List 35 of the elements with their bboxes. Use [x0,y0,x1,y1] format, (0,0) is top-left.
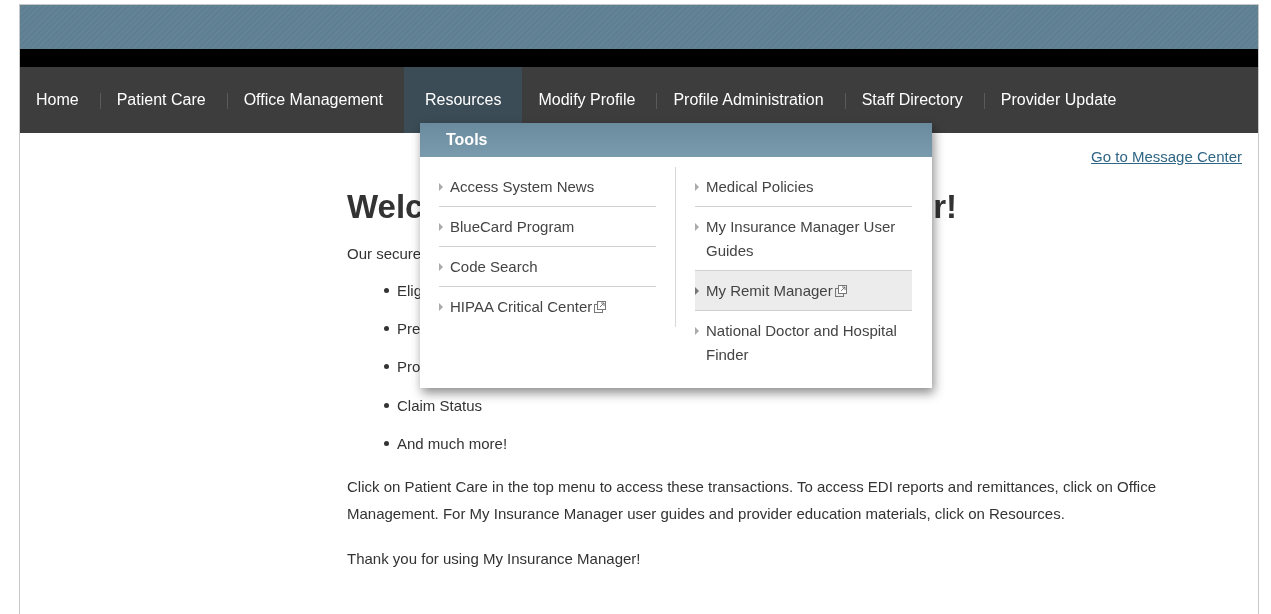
menu-item[interactable]: Code Search [439,247,656,287]
caret-icon [439,263,443,271]
message-center-link[interactable]: Go to Message Center [1091,148,1242,165]
nav-tab[interactable]: Home [20,67,100,133]
bullet-icon [384,440,389,446]
bullet-icon [384,364,389,370]
body-paragraph: Thank you for using My Insurance Manager! [347,549,642,570]
menu-item[interactable]: Access System News [439,167,656,207]
menu-item[interactable]: My Remit Manager [695,271,912,311]
welcome-heading: Welc [347,187,424,227]
menu-item[interactable]: BlueCard Program [439,207,656,247]
bullet-text: And much more! [397,434,508,452]
welcome-heading: r! [933,187,957,227]
caret-icon [695,223,699,231]
bullet-icon [384,325,389,331]
bullet-text: Claim Status [397,396,483,414]
nav-tab[interactable]: Patient Care [100,67,227,133]
menu-item[interactable]: HIPAA Critical Center [439,287,656,326]
menu-item[interactable]: Medical Policies [695,167,912,207]
caret-icon [695,327,699,335]
menu-heading: Tools [420,123,932,157]
body-paragraph: Click on Patient Care in the top menu to access these transactions. To access EDI reports and remittances, click on Office Management. For My Insurance Manager user guides and provider education materials, click on Resources. [347,477,1157,525]
caret-icon [439,223,443,231]
caret-icon [695,183,699,191]
intro-text: Our secure [347,245,422,262]
bullet-icon [384,287,389,293]
bullet-text: Pro [397,358,421,376]
caret-icon [695,287,699,295]
caret-icon [439,183,443,191]
caret-icon [439,303,443,311]
bullet-icon [384,402,389,408]
nav-tab[interactable]: Office Management [227,67,404,133]
menu-item[interactable]: National Doctor and Hospital Finder [695,311,912,374]
bullet-text: Pre [397,319,421,337]
nav-tab[interactable]: Provider Update [984,67,1138,133]
